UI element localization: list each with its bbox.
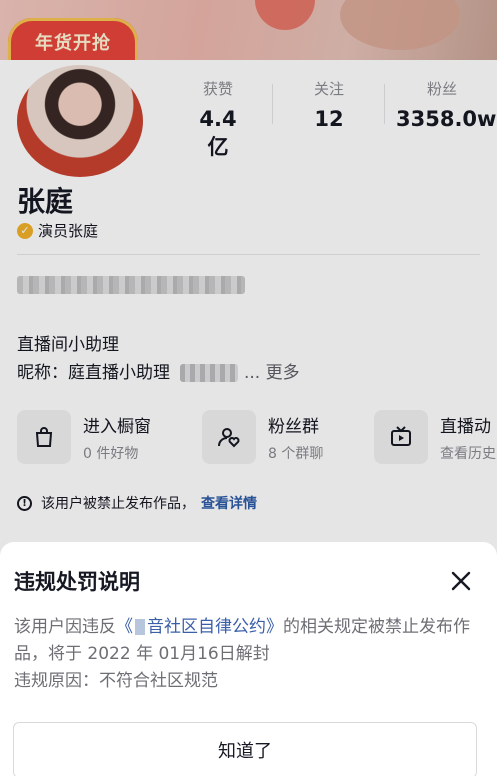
penalty-sheet: 违规处罚说明 该用户因违反《 音社区自律公约》的相关规定被禁止发布作品，将于 20… — [0, 542, 497, 776]
acknowledge-button[interactable]: 知道了 — [13, 722, 477, 776]
rule-link-open: 《 — [116, 617, 133, 637]
sheet-body: 该用户因违反《 音社区自律公约》的相关规定被禁止发布作品，将于 2022 年 01… — [14, 614, 484, 695]
sheet-body-part1: 该用户因违反 — [14, 617, 116, 637]
violation-reason: 违规原因：不符合社区规范 — [14, 671, 218, 691]
community-rules-link[interactable]: 《音社区自律公约》 — [116, 617, 283, 637]
sheet-title: 违规处罚说明 — [14, 570, 140, 594]
profile-page: 年货开抢 获赞 4.4亿 关注 12 粉丝 3358.0w 张庭 ✓ 演员张庭 … — [0, 0, 497, 776]
rule-link-text: 音社区自律公约》 — [147, 617, 283, 637]
close-icon[interactable] — [446, 566, 476, 596]
rule-app-icon — [135, 619, 145, 635]
